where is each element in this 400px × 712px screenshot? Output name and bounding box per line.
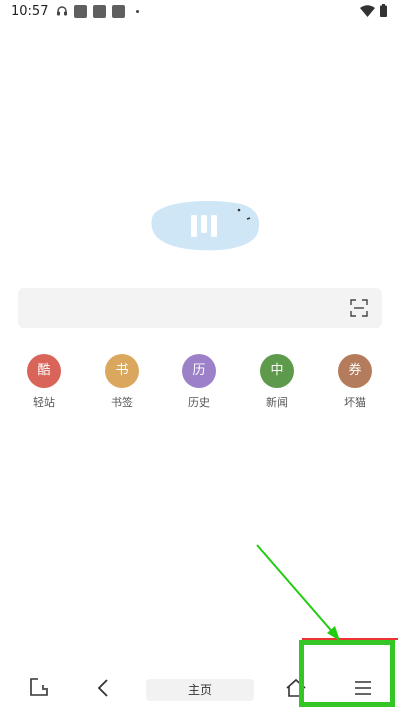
shortcut-bookmarks[interactable]: 书 书签 (92, 354, 152, 410)
browser-logo-icon (151, 200, 260, 251)
notification-icon (93, 5, 106, 18)
shortcut-label: 书签 (111, 396, 133, 409)
shortcut-coupons[interactable]: 券 坏猫 (325, 354, 385, 410)
shortcut-news[interactable]: 中 新闻 (247, 354, 307, 410)
tabs-icon[interactable] (28, 676, 52, 700)
shortcut-label: 轻站 (33, 396, 55, 409)
shortcut-grid: 酷 轻站 书 书签 历 历史 中 新闻 券 坏猫 (0, 354, 400, 414)
shortcut-light-site[interactable]: 酷 轻站 (14, 354, 74, 410)
search-box[interactable] (18, 288, 382, 328)
headset-icon (57, 6, 67, 16)
shortcut-icon: 中 (260, 354, 294, 388)
shortcut-icon: 券 (338, 354, 372, 388)
shortcut-label: 坏猫 (344, 396, 366, 409)
shortcut-icon: 书 (105, 354, 139, 388)
status-time: 10:57 (11, 4, 49, 19)
shortcut-icon: 酷 (27, 354, 61, 388)
notification-icon (112, 5, 125, 18)
back-icon[interactable] (92, 676, 116, 700)
notification-icon (74, 5, 87, 18)
shortcut-icon: 历 (182, 354, 216, 388)
scan-icon[interactable] (350, 299, 368, 317)
annotation-highlight-box (299, 640, 395, 707)
home-page-button[interactable]: 主页 (146, 679, 254, 701)
wifi-icon (360, 5, 375, 17)
dot-icon (136, 10, 139, 13)
battery-icon (380, 4, 387, 17)
shortcut-history[interactable]: 历 历史 (169, 354, 229, 410)
status-bar: 10:57 (0, 0, 400, 24)
shortcut-label: 新闻 (266, 396, 288, 409)
shortcut-label: 历史 (188, 396, 210, 409)
